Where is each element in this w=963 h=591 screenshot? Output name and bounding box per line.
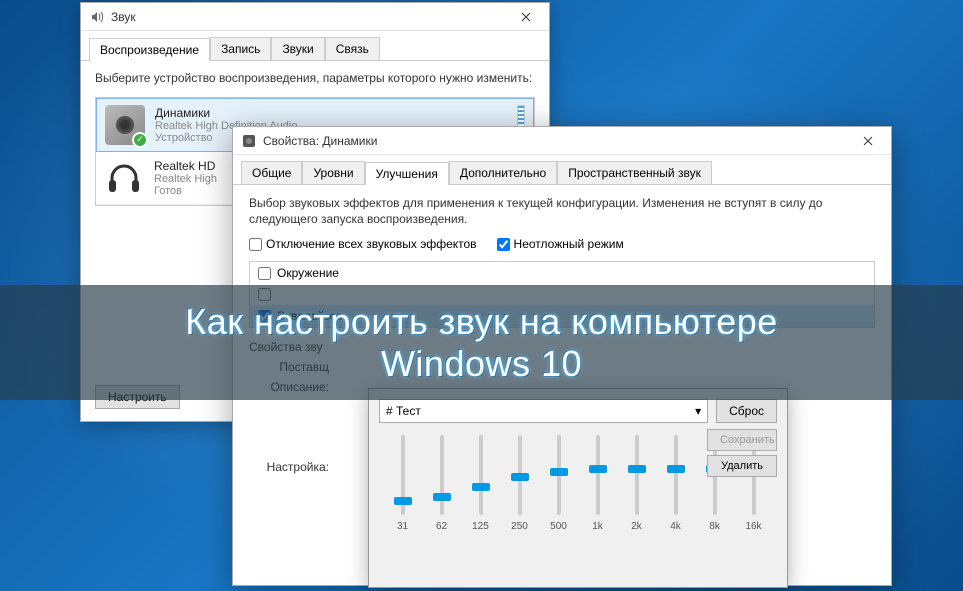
description-text: Выбор звуковых эффектов для применения к… — [249, 195, 875, 227]
slider-thumb[interactable] — [394, 497, 412, 505]
equalizer-dialog: # Тест ▾ Сброс 31621252505001k2k4k8k16k … — [368, 388, 788, 588]
tabs: Общие Уровни Улучшения Дополнительно Про… — [233, 155, 891, 185]
eq-band-1k[interactable]: 1k — [580, 435, 616, 535]
titlebar[interactable]: Свойства: Динамики — [233, 127, 891, 155]
tab-comm[interactable]: Связь — [325, 37, 380, 60]
headphone-icon — [104, 158, 144, 198]
freq-label: 62 — [436, 521, 447, 532]
device-name: Динамики — [155, 106, 517, 120]
eq-band-31[interactable]: 31 — [385, 435, 421, 535]
freq-label: 2k — [631, 521, 642, 532]
eq-band-125[interactable]: 125 — [463, 435, 499, 535]
instruction-text: Выберите устройство воспроизведения, пар… — [95, 71, 535, 87]
eq-band-500[interactable]: 500 — [541, 435, 577, 535]
freq-label: 125 — [472, 521, 489, 532]
urgent-mode-checkbox[interactable]: Неотложный режим — [497, 237, 624, 251]
freq-label: 1k — [592, 521, 603, 532]
window-title: Свойства: Динамики — [263, 134, 853, 148]
disable-all-checkbox[interactable]: Отключение всех звуковых эффектов — [249, 237, 477, 251]
slider-thumb[interactable] — [589, 465, 607, 473]
save-button[interactable]: Сохранить — [707, 429, 777, 451]
tab-levels[interactable]: Уровни — [302, 161, 364, 184]
tab-general[interactable]: Общие — [241, 161, 302, 184]
slider-thumb[interactable] — [511, 473, 529, 481]
window-title: Звук — [111, 10, 511, 24]
slider-track[interactable] — [557, 435, 561, 515]
slider-thumb[interactable] — [628, 465, 646, 473]
preset-value: # Тест — [386, 404, 421, 418]
eq-band-62[interactable]: 62 — [424, 435, 460, 535]
slider-track[interactable] — [518, 435, 522, 515]
freq-label: 250 — [511, 521, 528, 532]
close-button[interactable] — [853, 131, 883, 151]
slider-track[interactable] — [674, 435, 678, 515]
tab-advanced[interactable]: Дополнительно — [449, 161, 557, 184]
slider-track[interactable] — [401, 435, 405, 515]
tab-spatial[interactable]: Пространственный звук — [557, 161, 712, 184]
eq-band-4k[interactable]: 4k — [658, 435, 694, 535]
speaker-icon: ✓ — [105, 105, 145, 145]
freq-label: 16k — [745, 521, 761, 532]
close-button[interactable] — [511, 7, 541, 27]
eq-band-250[interactable]: 250 — [502, 435, 538, 535]
settings-label: Настройка: — [249, 460, 329, 474]
slider-track[interactable] — [479, 435, 483, 515]
slider-thumb[interactable] — [550, 468, 568, 476]
reset-button[interactable]: Сброс — [716, 399, 777, 423]
default-badge: ✓ — [132, 132, 148, 148]
freq-label: 8k — [709, 521, 720, 532]
sound-icon — [89, 9, 105, 25]
tab-playback[interactable]: Воспроизведение — [89, 38, 210, 61]
delete-button[interactable]: Удалить — [707, 455, 777, 477]
tab-recording[interactable]: Запись — [210, 37, 271, 60]
eq-band-2k[interactable]: 2k — [619, 435, 655, 535]
tabs: Воспроизведение Запись Звуки Связь — [81, 31, 549, 61]
slider-thumb[interactable] — [472, 483, 490, 491]
chevron-down-icon: ▾ — [695, 404, 701, 418]
freq-label: 31 — [397, 521, 408, 532]
freq-label: 500 — [550, 521, 567, 532]
tab-sounds[interactable]: Звуки — [271, 37, 324, 60]
slider-thumb[interactable] — [433, 493, 451, 501]
slider-track[interactable] — [440, 435, 444, 515]
slider-thumb[interactable] — [667, 465, 685, 473]
speaker-small-icon — [241, 133, 257, 149]
freq-label: 4k — [670, 521, 681, 532]
preset-select[interactable]: # Тест ▾ — [379, 399, 708, 423]
caption-line2: Windows 10 — [381, 343, 582, 384]
tab-enhancements[interactable]: Улучшения — [365, 162, 449, 185]
slider-track[interactable] — [596, 435, 600, 515]
caption-overlay: Как настроить звук на компьютере Windows… — [0, 285, 963, 400]
caption-line1: Как настроить звук на компьютере — [185, 301, 778, 342]
titlebar[interactable]: Звук — [81, 3, 549, 31]
effect-item-environment[interactable]: Окружение — [250, 262, 874, 284]
slider-track[interactable] — [635, 435, 639, 515]
